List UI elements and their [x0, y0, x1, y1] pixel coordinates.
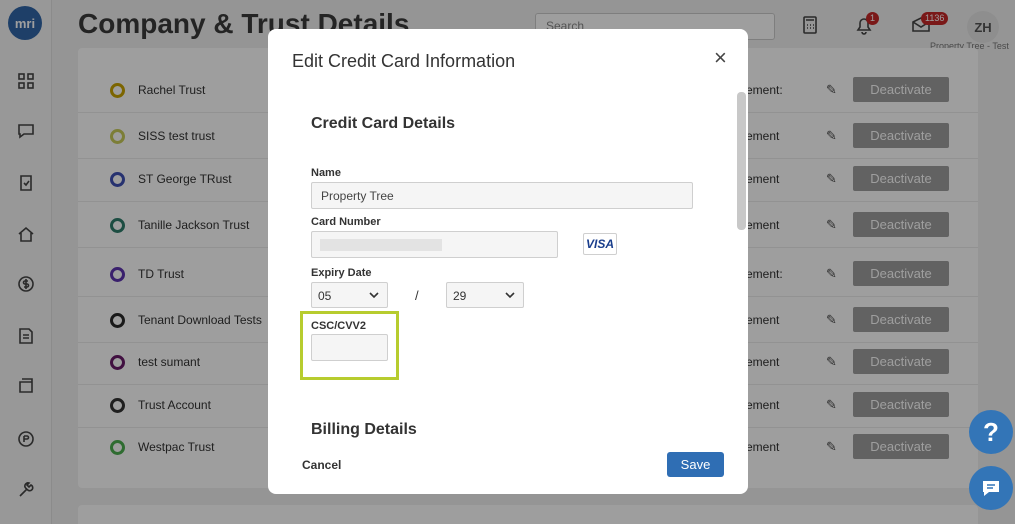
expiry-month-value: 05 [318, 289, 332, 303]
chevron-down-icon [505, 292, 515, 299]
expiry-year-value: 29 [453, 289, 467, 303]
chevron-down-icon [369, 292, 379, 299]
edit-credit-card-modal: Edit Credit Card Information × Credit Ca… [268, 29, 748, 494]
card-number-label: Card Number [311, 216, 381, 228]
credit-card-details-heading: Credit Card Details [311, 115, 456, 132]
expiry-year-select[interactable]: 29 [446, 282, 524, 308]
visa-logo: VISA [583, 233, 617, 255]
expiry-month-select[interactable]: 05 [311, 282, 388, 308]
modal-title: Edit Credit Card Information [292, 51, 516, 71]
card-number-field[interactable] [311, 231, 558, 258]
close-icon[interactable]: × [714, 47, 727, 69]
chat-bubble-icon [983, 481, 999, 496]
csc-field[interactable] [311, 334, 388, 361]
expiry-separator: / [415, 288, 419, 303]
name-label: Name [311, 167, 341, 179]
csc-label: CSC/CVV2 [311, 320, 367, 332]
expiry-date-label: Expiry Date [311, 267, 372, 279]
help-button[interactable]: ? [969, 410, 1013, 454]
cancel-button[interactable]: Cancel [302, 458, 341, 472]
billing-details-heading: Billing Details [311, 421, 417, 438]
redacted-card-number [320, 239, 442, 251]
modal-scrollbar[interactable] [737, 92, 746, 230]
chat-button[interactable] [969, 466, 1013, 510]
name-field[interactable]: Property Tree [311, 182, 693, 209]
save-button[interactable]: Save [667, 452, 724, 477]
